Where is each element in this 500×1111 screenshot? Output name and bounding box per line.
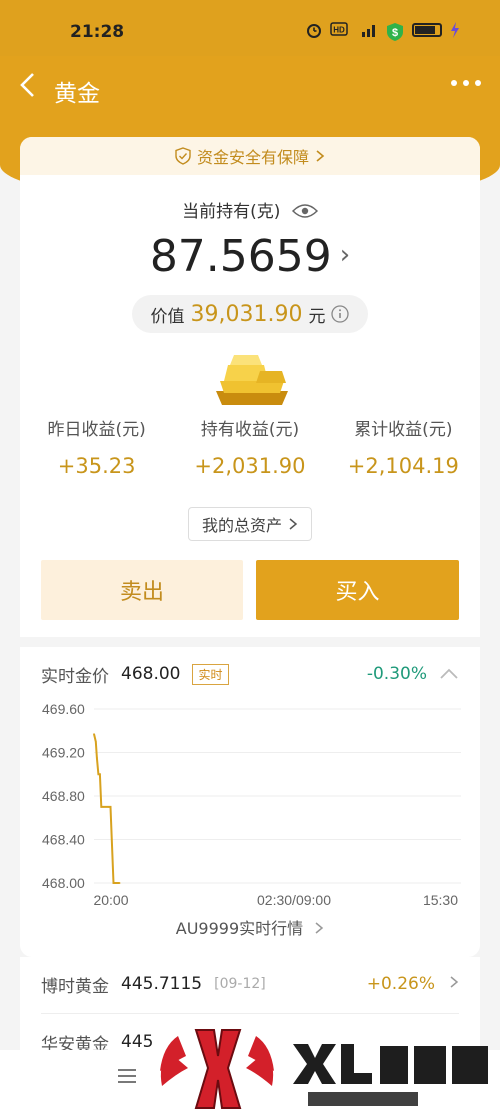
y-tick-label: 468.80 (42, 788, 85, 804)
market-link-label: AU9999实时行情 (175, 919, 304, 938)
battery-icon (412, 23, 442, 37)
fund-nav: 445.7115 (121, 974, 203, 994)
eye-icon[interactable] (291, 203, 318, 219)
signal-icon (356, 22, 378, 38)
safety-banner[interactable]: 资金安全有保障 (20, 137, 480, 175)
x-tick-label: 15:30 (423, 892, 458, 908)
market-link[interactable]: AU9999实时行情 (20, 915, 480, 939)
realtime-price: 468.00 (121, 664, 181, 684)
price-point (118, 882, 121, 884)
back-button[interactable] (18, 70, 38, 107)
menu-icon (118, 1069, 136, 1083)
price-point (93, 733, 95, 735)
y-tick-label: 468.00 (42, 875, 85, 891)
price-point (96, 757, 98, 759)
y-tick-label: 469.60 (42, 701, 85, 717)
total-assets-button[interactable]: 我的总资产 (188, 507, 312, 541)
status-bar: 21:28 HD $ (0, 0, 500, 56)
realtime-change: -0.30% (366, 664, 427, 684)
alarm-icon (306, 22, 322, 38)
fund-nav: 445 (121, 1032, 154, 1052)
value-pill: 价值 39,031.90 元 (132, 295, 368, 333)
divider (20, 637, 480, 647)
price-chart[interactable]: 469.60 469.20 468.80 468.40 468.00 20:00 02:30… (36, 695, 466, 915)
stat-value: +2,031.90 (194, 454, 306, 478)
menu-button[interactable] (117, 1066, 137, 1091)
chevron-right-icon (449, 974, 459, 994)
realtime-price-row: 实时金价 468.00 实时 -0.30% (41, 661, 459, 687)
chevron-left-icon (20, 73, 34, 97)
chevron-right-icon (315, 922, 324, 934)
price-point (97, 773, 100, 776)
value-amount: 39,031.90 (190, 301, 303, 327)
stat-label: 累计收益(元) (354, 420, 453, 440)
earnings-stats: 昨日收益(元) +35.23 持有收益(元) +2,031.90 累计收益(元)… (20, 415, 480, 478)
watermark-logo (160, 1029, 488, 1109)
stat-label: 昨日收益(元) (47, 420, 146, 440)
price-point (109, 806, 112, 808)
realtime-badge: 实时 (192, 663, 229, 685)
fund-name: 博时黄金 (41, 976, 109, 997)
stat-value: +2,104.19 (347, 454, 459, 478)
stat-value: +35.23 (57, 454, 136, 478)
value-unit: 元 (308, 306, 326, 327)
page-title: 黄金 (54, 81, 100, 107)
collapse-button[interactable] (439, 665, 459, 684)
chevron-right-icon: › (339, 240, 351, 270)
shield-check-icon (175, 147, 191, 165)
holding-amount: 87.5659 (149, 231, 332, 282)
stat-yesterday: 昨日收益(元) +35.23 (20, 415, 173, 478)
y-tick-label: 469.20 (42, 745, 85, 761)
gold-bar-icon (216, 355, 288, 405)
price-point (95, 740, 97, 743)
chevron-up-icon (440, 668, 458, 679)
stat-cumulative: 累计收益(元) +2,104.19 (327, 415, 480, 478)
gold-holding-card: 资金安全有保障 当前持有(克) 87.5659 › 价值 39,031.90 元 … (20, 137, 480, 957)
status-time: 21:28 (70, 22, 125, 42)
price-point (115, 882, 117, 884)
holding-label: 当前持有(克) (182, 202, 281, 222)
fund-change: +0.26% (366, 974, 435, 994)
price-point (99, 773, 101, 776)
shield-dollar-icon: $ (386, 22, 404, 41)
price-line (93, 733, 120, 884)
price-point (100, 806, 103, 808)
status-icons: HD $ (306, 22, 460, 41)
stat-holding: 持有收益(元) +2,031.90 (173, 415, 326, 478)
fund-date: [09-12] (214, 976, 266, 992)
svg-text:HD: HD (333, 26, 345, 35)
svg-text:$: $ (392, 27, 398, 39)
holding-label-row: 当前持有(克) (20, 197, 480, 222)
total-assets-label: 我的总资产 (201, 516, 282, 535)
more-button[interactable] (450, 68, 482, 105)
y-tick-label: 468.40 (42, 832, 85, 848)
price-point (107, 806, 110, 808)
hd-icon: HD (330, 22, 348, 38)
chevron-right-icon (289, 518, 298, 530)
chevron-right-icon (316, 150, 325, 162)
x-tick-label: 20:00 (93, 892, 128, 908)
realtime-label: 实时金价 (41, 666, 109, 687)
fund-row[interactable]: 博时黄金 445.7115 [09-12] +0.26% (41, 969, 459, 999)
value-label: 价值 (150, 306, 185, 327)
nav-bar: 黄金 (0, 56, 500, 120)
info-icon[interactable] (331, 305, 350, 323)
price-point (112, 882, 115, 884)
sell-button[interactable]: 卖出 (41, 560, 243, 620)
stat-label: 持有收益(元) (200, 420, 300, 440)
charging-icon (450, 22, 460, 38)
divider (41, 1013, 459, 1014)
price-point (102, 806, 104, 808)
holding-amount-row[interactable]: 87.5659 › (20, 231, 480, 282)
x-tick-label: 02:30/09:00 (257, 892, 331, 908)
safety-banner-text: 资金安全有保障 (196, 148, 309, 167)
buy-button[interactable]: 买入 (256, 560, 459, 620)
more-dots-icon (451, 80, 481, 86)
